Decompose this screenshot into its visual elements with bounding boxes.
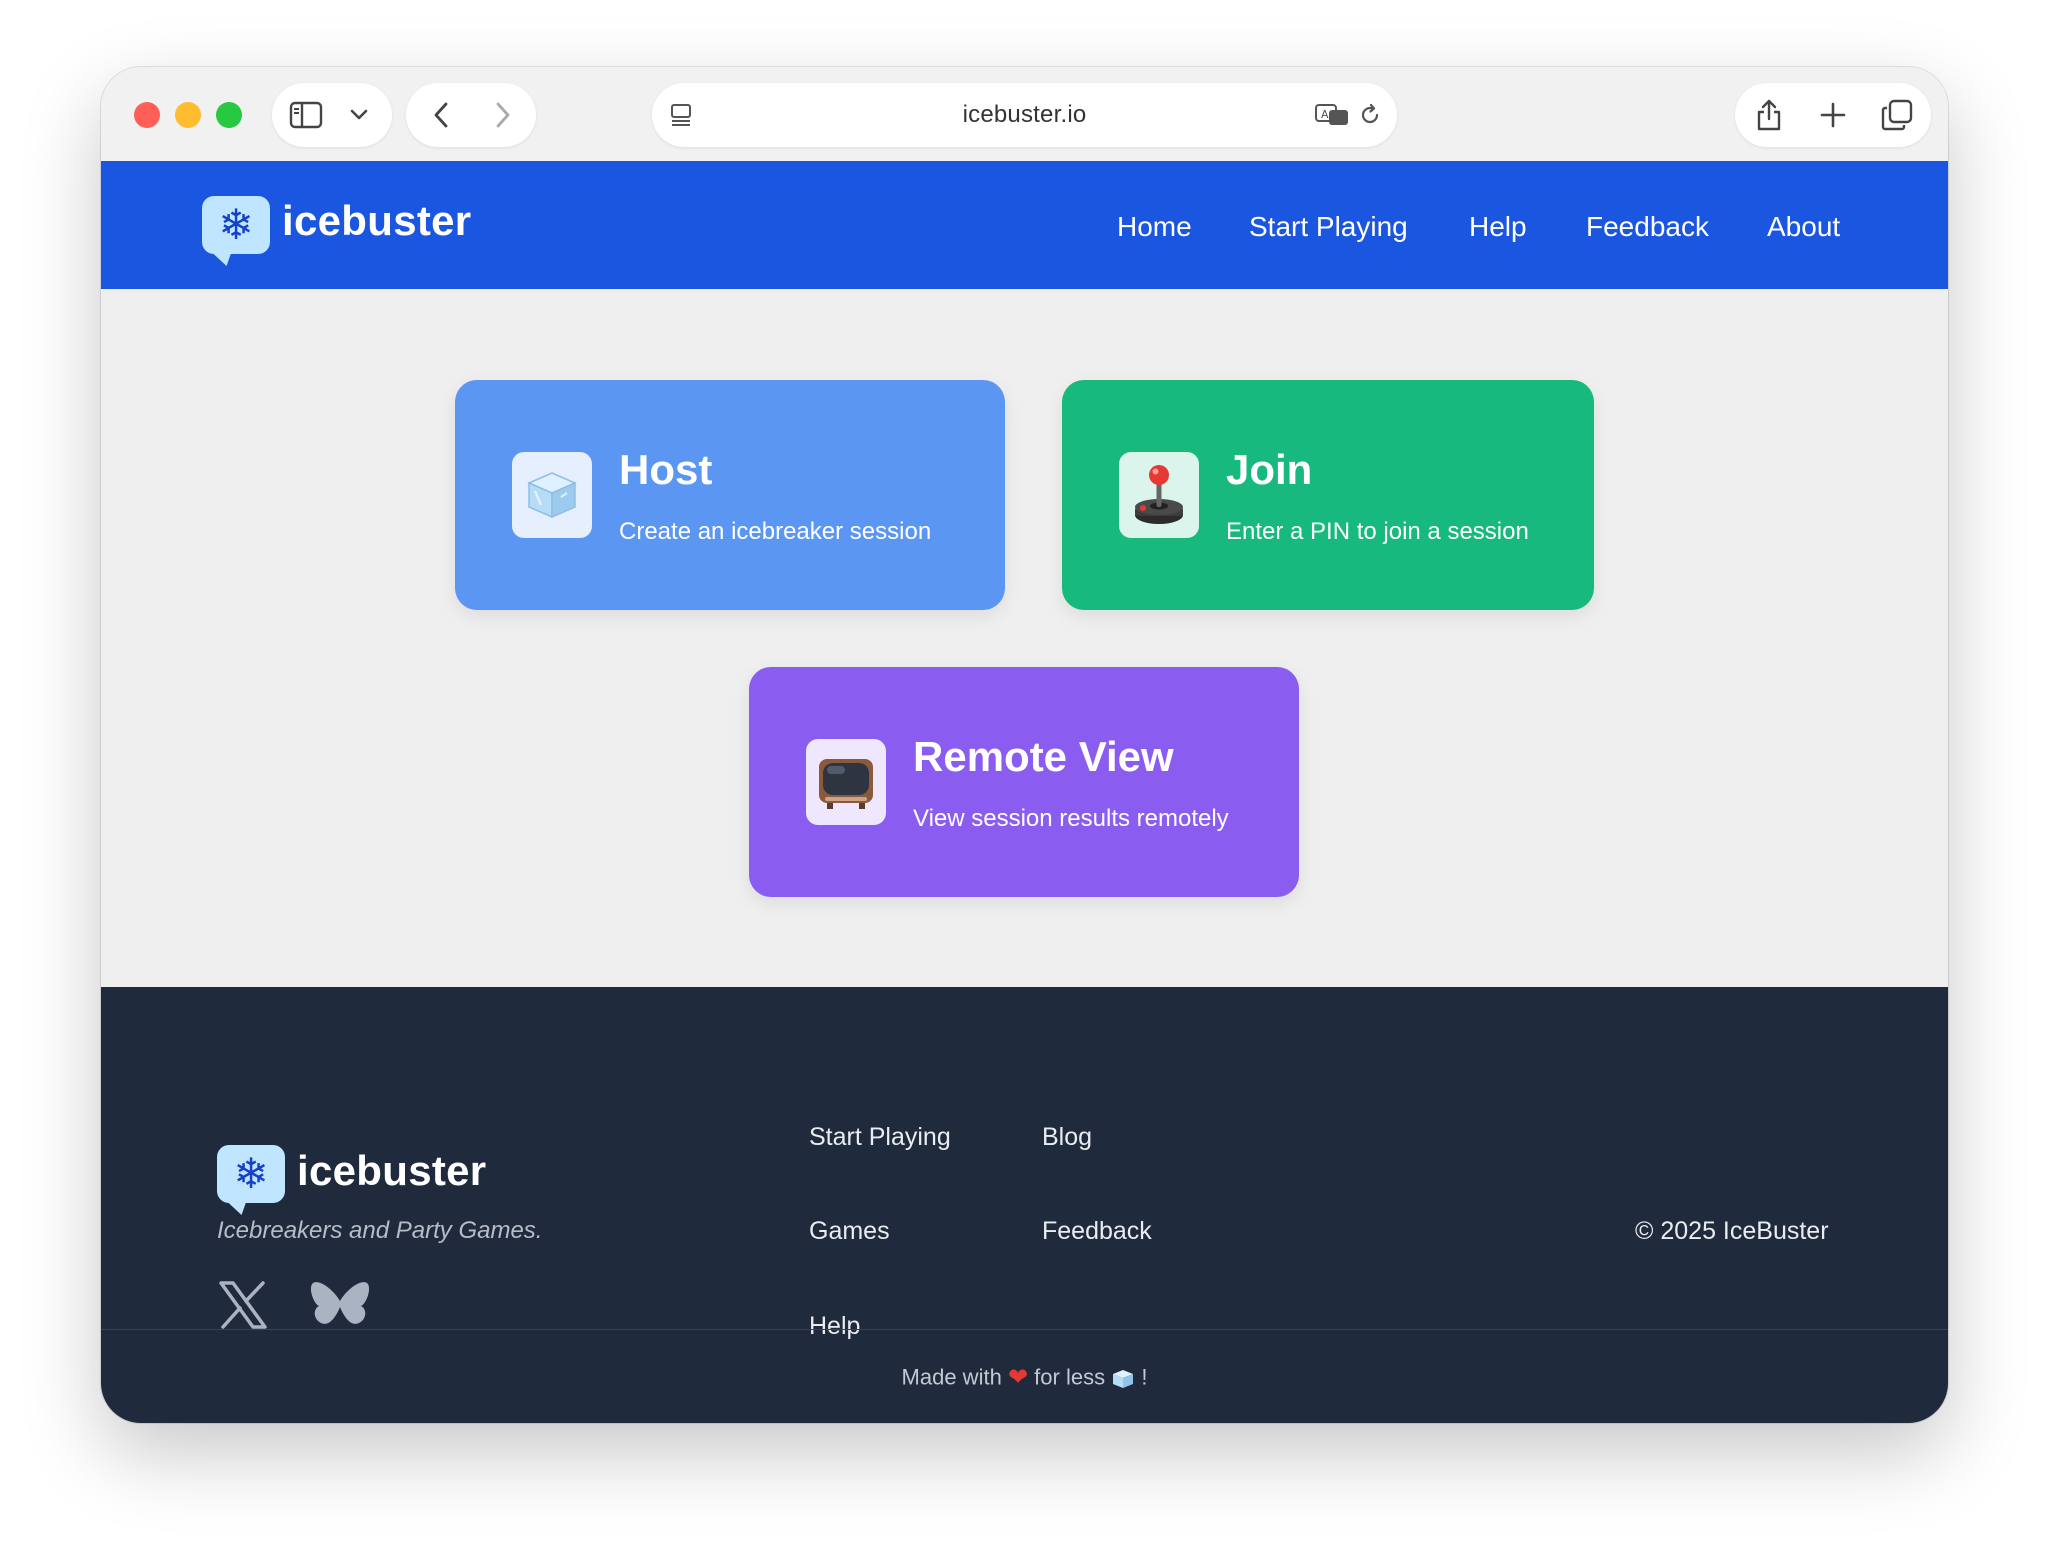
television-icon (806, 739, 886, 825)
footer-divider (101, 1329, 1948, 1330)
forward-arrow-icon[interactable] (486, 99, 520, 131)
made-with-prefix: Made with (901, 1364, 1002, 1390)
heart-icon: ❤ (1007, 1364, 1029, 1391)
remote-view-title: Remote View (913, 733, 1174, 780)
join-card[interactable]: Join Enter a PIN to join a session (1062, 380, 1594, 610)
browser-window: icebuster.io A ❄ icebuster Home Start Pl… (101, 67, 1948, 1423)
svg-text:A: A (1321, 108, 1329, 121)
back-arrow-icon[interactable] (424, 99, 458, 131)
site-footer: ❄ icebuster Icebreakers and Party Games.… (101, 987, 1948, 1423)
window-actions-group (1735, 83, 1931, 147)
footer-link-blog[interactable]: Blog (1042, 1123, 1092, 1152)
footer-link-help[interactable]: Help (809, 1312, 860, 1341)
address-bar[interactable]: icebuster.io A (652, 83, 1397, 147)
footer-tagline: Icebreakers and Party Games. (217, 1217, 543, 1244)
nav-feedback[interactable]: Feedback (1586, 211, 1709, 243)
remote-view-card[interactable]: Remote View View session results remotel… (749, 667, 1299, 897)
bluesky-butterfly-icon[interactable] (309, 1279, 371, 1336)
footer-link-start-playing[interactable]: Start Playing (809, 1123, 951, 1152)
zoom-window-button[interactable] (216, 102, 242, 128)
minimize-window-button[interactable] (175, 102, 201, 128)
nav-help[interactable]: Help (1469, 211, 1527, 243)
host-title: Host (619, 446, 713, 493)
tab-overview-icon[interactable] (1877, 95, 1917, 135)
sidebar-icon[interactable] (288, 99, 324, 131)
copyright-text: © 2025 IceBuster (1635, 1217, 1829, 1245)
reload-icon[interactable] (1355, 101, 1385, 129)
logo-text[interactable]: icebuster (282, 197, 471, 245)
nav-about[interactable]: About (1767, 211, 1840, 243)
host-card[interactable]: Host Create an icebreaker session (455, 380, 1005, 610)
history-nav-group (406, 83, 536, 147)
translate-icon[interactable]: A (1314, 101, 1350, 129)
ice-cube-icon (512, 452, 592, 538)
footer-logo-text[interactable]: icebuster (297, 1147, 486, 1195)
made-with-middle: for less (1034, 1364, 1106, 1390)
site-header: ❄ icebuster Home Start Playing Help Feed… (101, 161, 1948, 289)
footer-link-feedback[interactable]: Feedback (1042, 1217, 1152, 1246)
footer-link-games[interactable]: Games (809, 1217, 890, 1246)
joystick-icon (1119, 452, 1199, 538)
sidebar-toggle-group (272, 83, 392, 147)
made-with-suffix: ! (1141, 1364, 1148, 1390)
nav-start-playing[interactable]: Start Playing (1249, 211, 1408, 243)
made-with-line: Made with ❤ for less ! (101, 1363, 1948, 1392)
nav-home[interactable]: Home (1117, 211, 1192, 243)
ice-cube-small-icon (1111, 1365, 1141, 1390)
join-title: Join (1226, 446, 1313, 493)
url-text: icebuster.io (962, 101, 1087, 128)
close-window-button[interactable] (134, 102, 160, 128)
new-tab-icon[interactable] (1813, 95, 1853, 135)
join-subtitle: Enter a PIN to join a session (1226, 518, 1529, 545)
x-icon[interactable] (217, 1279, 269, 1336)
browser-toolbar: icebuster.io A (101, 67, 1948, 161)
host-subtitle: Create an icebreaker session (619, 518, 932, 545)
remote-view-subtitle: View session results remotely (913, 805, 1229, 832)
share-icon[interactable] (1749, 95, 1789, 135)
logo-snowflake-icon[interactable]: ❄ (202, 196, 270, 254)
chevron-down-icon[interactable] (344, 103, 374, 127)
footer-logo-snowflake-icon[interactable]: ❄ (217, 1145, 285, 1203)
